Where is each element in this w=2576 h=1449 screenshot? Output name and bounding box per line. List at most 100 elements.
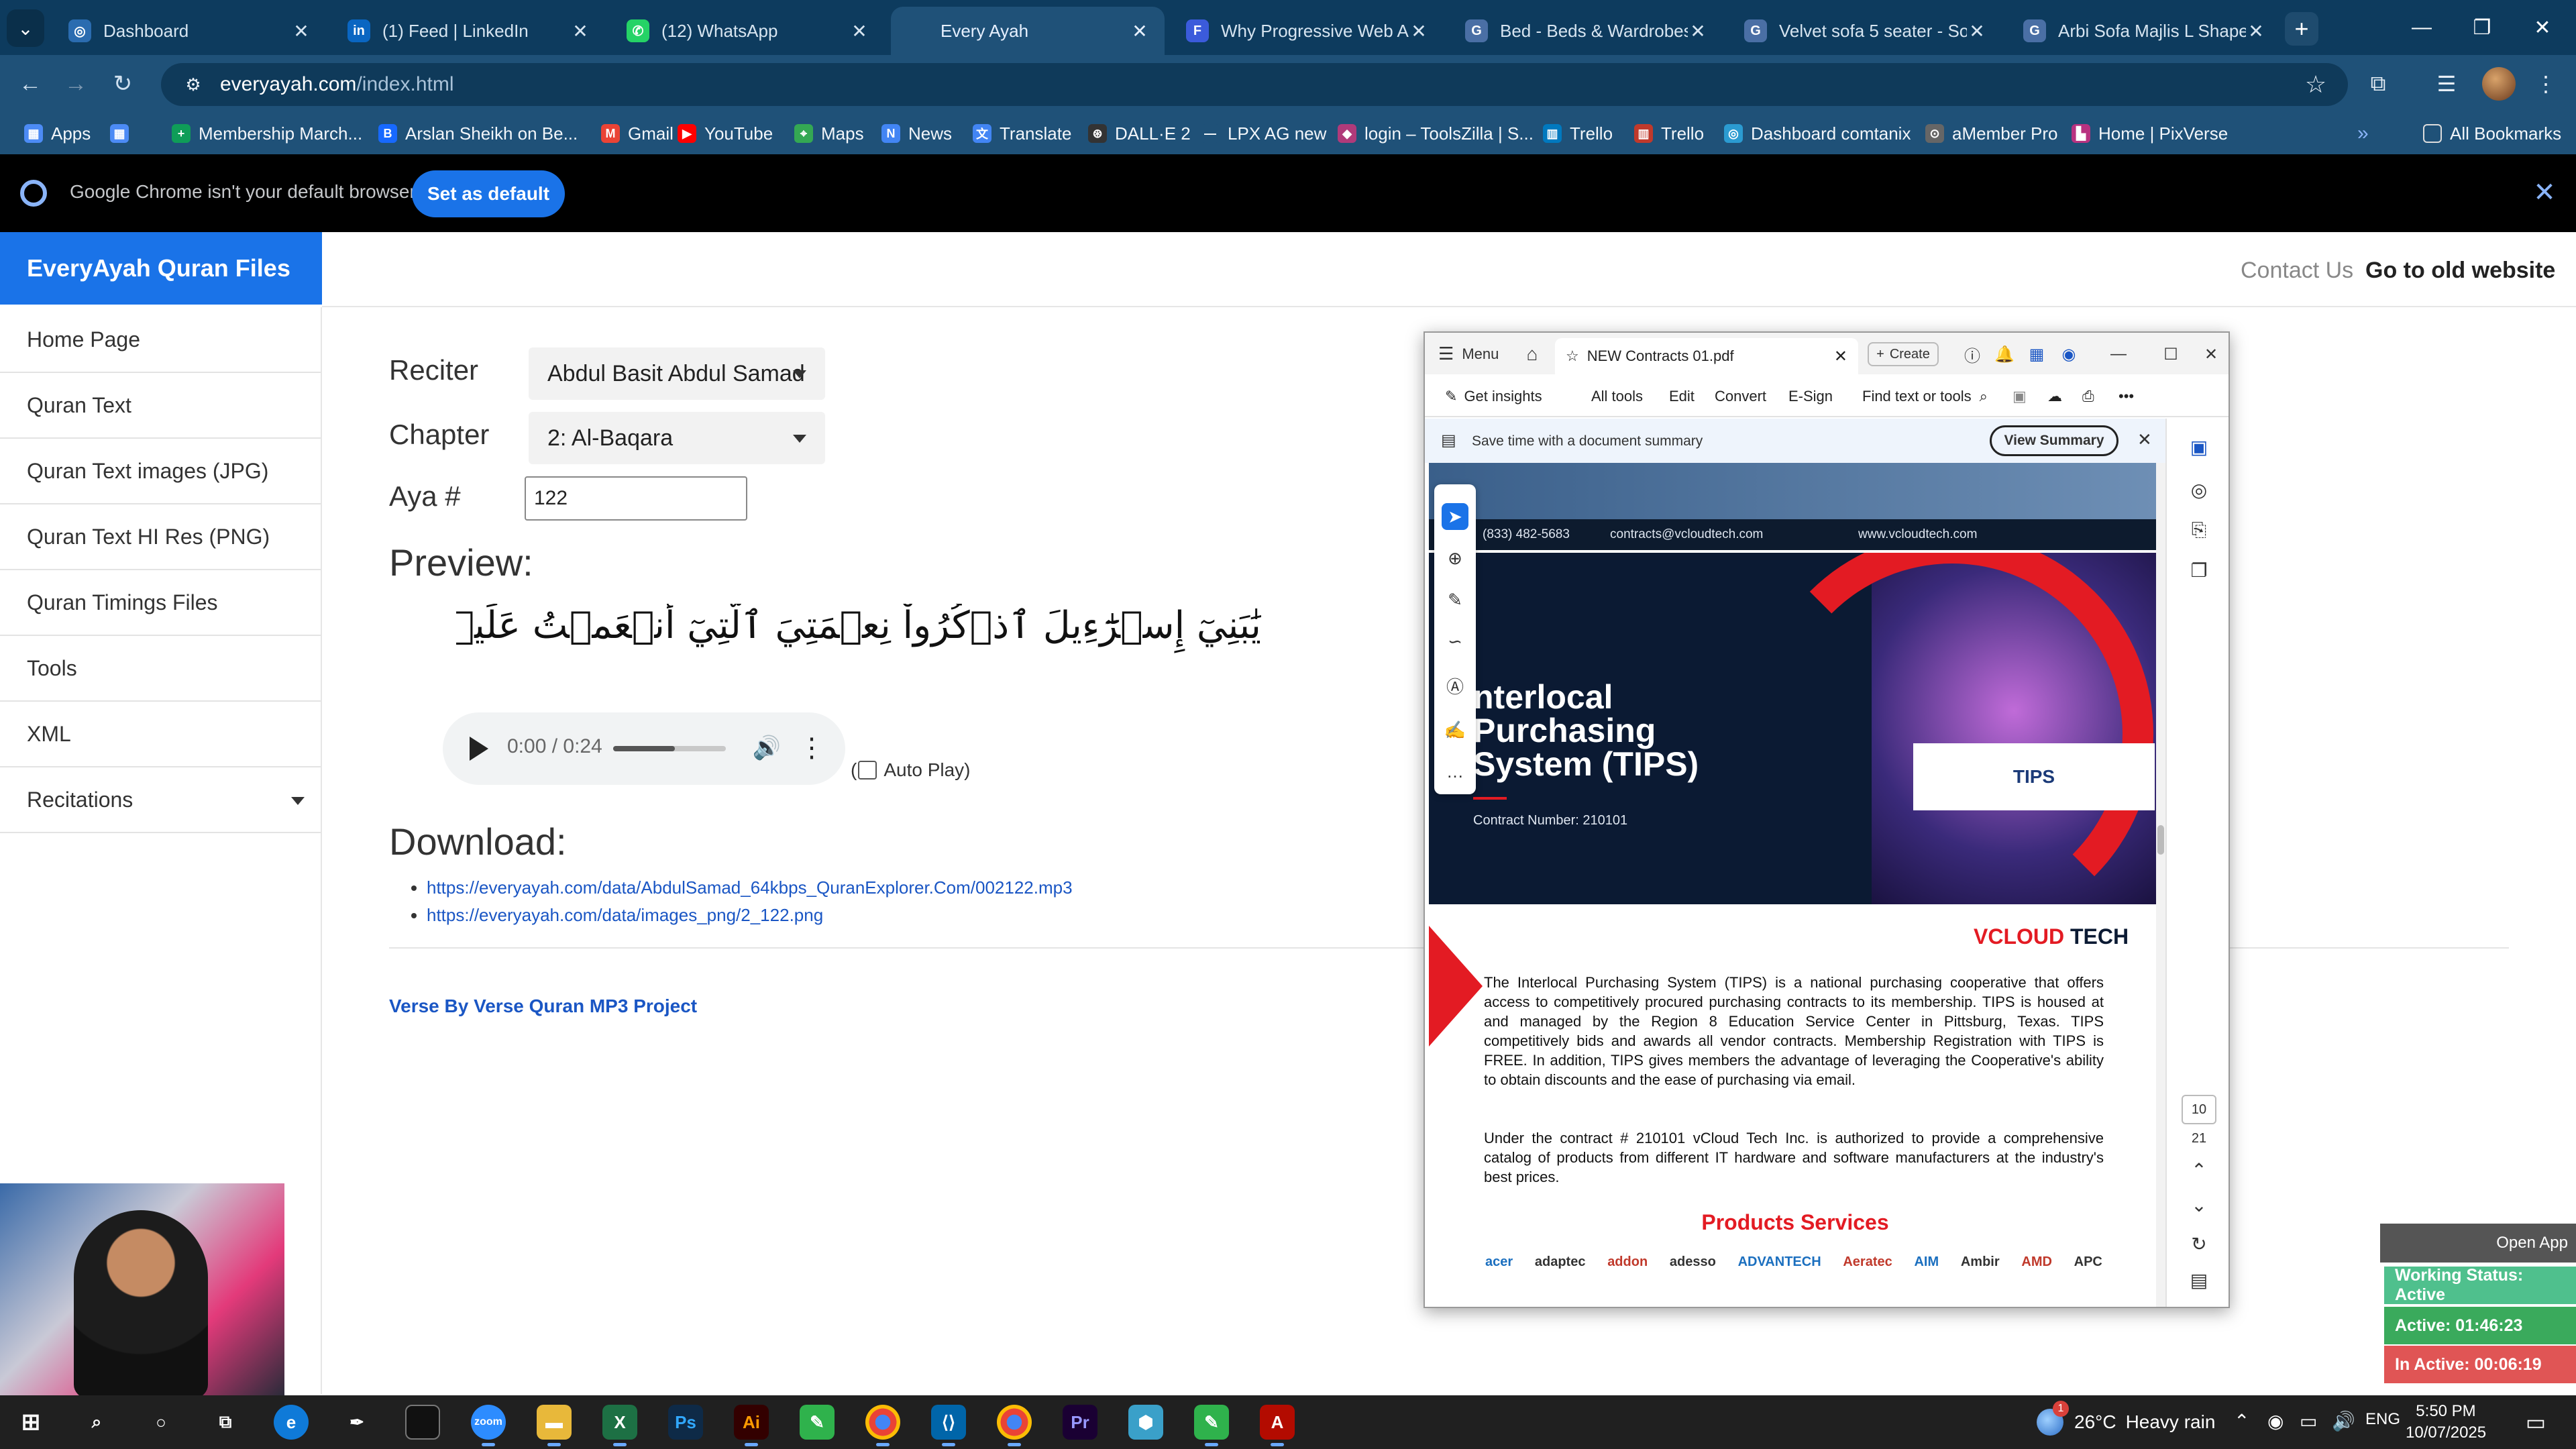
app-hex-icon[interactable]: ⬢ bbox=[1128, 1405, 1163, 1440]
premiere-icon[interactable]: Pr bbox=[1063, 1405, 1097, 1440]
tab-linkedin[interactable]: in (1) Feed | LinkedIn ✕ bbox=[333, 7, 605, 55]
create-button[interactable]: + Create bbox=[1868, 342, 1939, 366]
language-indicator[interactable]: ENG bbox=[2365, 1410, 2400, 1429]
volume-icon[interactable]: 🔊 bbox=[750, 731, 784, 765]
bookmark-pixverse[interactable]: ▙ Home | PixVerse bbox=[2072, 113, 2228, 154]
reload-icon[interactable]: ↻ bbox=[107, 68, 138, 99]
chrome-profile-icon[interactable] bbox=[997, 1405, 1032, 1446]
profile-avatar[interactable] bbox=[2482, 67, 2516, 101]
green-app-icon[interactable]: ✎ bbox=[800, 1405, 835, 1440]
close-infobar-icon[interactable]: ✕ bbox=[2528, 176, 2561, 209]
text-box-icon[interactable]: Ⓐ bbox=[1442, 672, 1468, 699]
audio-player[interactable]: 0:00 / 0:24 🔊 ⋮ bbox=[443, 712, 845, 785]
bookmark-dalle[interactable]: ⊛ DALL·E 2 bbox=[1088, 113, 1191, 154]
minimize-icon[interactable]: — bbox=[2106, 342, 2131, 366]
tab-pwa[interactable]: F Why Progressive Web Ap ✕ bbox=[1171, 7, 1444, 55]
close-tab-icon[interactable]: ✕ bbox=[1967, 20, 1987, 42]
sidebar-item-home[interactable]: Home Page bbox=[0, 307, 321, 373]
bookmark-star-icon[interactable]: ☆ bbox=[2301, 70, 2330, 99]
address-bar[interactable]: ⚙ everyayah.com/index.html ☆ bbox=[161, 63, 2348, 106]
page-up-chevron-icon[interactable]: ⌃ bbox=[2186, 1157, 2212, 1183]
view-summary-button[interactable]: View Summary bbox=[1990, 425, 2118, 456]
pages-icon[interactable]: ❐ bbox=[2186, 557, 2212, 584]
weather-widget[interactable]: 26°C Heavy rain 1 bbox=[2037, 1401, 2215, 1436]
reading-list-icon[interactable]: ☰ bbox=[2430, 67, 2463, 101]
back-arrow-icon[interactable]: ← bbox=[15, 68, 46, 99]
search-icon[interactable]: ⌕ bbox=[79, 1405, 114, 1440]
tab-dashboard[interactable]: ◎ Dashboard ✕ bbox=[54, 7, 326, 55]
chrome-icon[interactable] bbox=[865, 1405, 900, 1446]
windows-start-icon[interactable]: ⊞ bbox=[13, 1405, 48, 1440]
play-icon[interactable] bbox=[470, 737, 488, 761]
maximize-icon[interactable]: ☐ bbox=[2159, 342, 2183, 366]
convert-button[interactable]: Convert bbox=[1715, 388, 1766, 405]
page-info-icon[interactable]: ▤ bbox=[2186, 1267, 2212, 1293]
reciter-select[interactable]: Abdul Basit Abdul Samad bbox=[529, 347, 825, 400]
sidebar-item-tools[interactable]: Tools bbox=[0, 636, 321, 702]
site-info-icon[interactable]: ⚙ bbox=[181, 72, 205, 97]
bookmark-amember[interactable]: ⊙ aMember Pro bbox=[1925, 113, 2058, 154]
edge-icon[interactable]: e bbox=[274, 1405, 309, 1440]
ai-assistant-icon[interactable]: ▣ bbox=[2186, 433, 2212, 460]
bookmark-news[interactable]: N News bbox=[881, 113, 952, 154]
player-more-kebab-icon[interactable]: ⋮ bbox=[798, 731, 825, 765]
more-bookmarks-chevron-icon[interactable]: » bbox=[2357, 113, 2369, 154]
open-app-button[interactable]: Open App bbox=[2380, 1224, 2576, 1263]
vscode-icon[interactable]: ⟨⟩ bbox=[931, 1405, 966, 1446]
aya-number-input[interactable] bbox=[525, 476, 747, 521]
minimize-window-icon[interactable]: — bbox=[2388, 0, 2455, 55]
bookmark-youtube[interactable]: ▶ YouTube bbox=[678, 113, 773, 154]
bookmark-toolszilla[interactable]: ◆ login – ToolsZilla | S... bbox=[1338, 113, 1534, 154]
select-cursor-icon[interactable]: ➤ bbox=[1442, 503, 1468, 530]
bookmark-trello-2[interactable]: ▥ Trello bbox=[1634, 113, 1704, 154]
pdf-page[interactable]: (833) 482-5683 contracts@vcloudtech.com … bbox=[1425, 463, 2165, 1307]
close-tab-icon[interactable]: ✕ bbox=[2246, 20, 2266, 42]
star-icon[interactable]: ☆ bbox=[1566, 347, 1579, 365]
terminal-icon[interactable] bbox=[405, 1405, 440, 1440]
sidebar-item-text-images[interactable]: Quran Text images (JPG) bbox=[0, 439, 321, 504]
close-doc-icon[interactable]: ✕ bbox=[1834, 347, 1847, 366]
pdf-document-tab[interactable]: ☆ NEW Contracts 01.pdf ✕ bbox=[1555, 338, 1858, 374]
profile-globe-icon[interactable]: ◉ bbox=[2057, 342, 2081, 366]
get-insights-button[interactable]: ✎ Get insights bbox=[1445, 388, 1542, 405]
tab-whatsapp[interactable]: ✆ (12) WhatsApp ✕ bbox=[612, 7, 884, 55]
signature-icon[interactable]: ✍ bbox=[1442, 716, 1468, 743]
sidebar-item-timings[interactable]: Quran Timings Files bbox=[0, 570, 321, 636]
comment-zoom-icon[interactable]: ⊕ bbox=[1442, 545, 1468, 572]
close-tab-icon[interactable]: ✕ bbox=[291, 20, 311, 42]
chrome-menu-kebab-icon[interactable]: ⋮ bbox=[2529, 67, 2563, 101]
pdf-scrollbar[interactable] bbox=[2156, 463, 2165, 1307]
audio-seek-slider[interactable] bbox=[613, 746, 726, 751]
png-download-link[interactable]: https://everyayah.com/data/images_png/2_… bbox=[427, 905, 823, 925]
help-icon[interactable]: ⓘ bbox=[1960, 342, 1984, 366]
home-icon[interactable]: ⌂ bbox=[1520, 342, 1544, 366]
file-explorer-icon[interactable]: ▬ bbox=[537, 1405, 572, 1446]
chapter-select[interactable]: 2: Al-Baqara bbox=[529, 412, 825, 464]
sidebar-item-hi-res[interactable]: Quran Text HI Res (PNG) bbox=[0, 504, 321, 570]
page-down-chevron-icon[interactable]: ⌄ bbox=[2186, 1191, 2212, 1218]
sidebar-item-recitations[interactable]: Recitations bbox=[0, 767, 321, 833]
upload-cloud-icon[interactable]: ☁ bbox=[2047, 388, 2062, 405]
task-view-icon[interactable]: ⧉ bbox=[208, 1405, 243, 1440]
close-tab-icon[interactable]: ✕ bbox=[570, 20, 590, 42]
print-icon[interactable]: ⎙ bbox=[2082, 388, 2094, 405]
green-app-2-icon[interactable]: ✎ bbox=[1194, 1405, 1229, 1446]
extensions-puzzle-icon[interactable]: ⧉ bbox=[2361, 67, 2395, 101]
bookmark-membership[interactable]: + Membership March... bbox=[172, 113, 362, 154]
tab-search-chevron-icon[interactable]: ⌄ bbox=[7, 9, 44, 47]
pen-tool-icon[interactable]: ✒ bbox=[339, 1405, 374, 1440]
restore-window-icon[interactable]: ❐ bbox=[2449, 0, 2516, 55]
project-footer-link[interactable]: Verse By Verse Quran MP3 Project bbox=[389, 996, 697, 1017]
bookmark-icon[interactable]: ⎘ bbox=[2186, 517, 2212, 543]
find-tools-button[interactable]: Find text or tools ⌕ bbox=[1862, 388, 1988, 405]
close-tab-icon[interactable]: ✕ bbox=[1130, 20, 1150, 42]
sidebar-item-xml[interactable]: XML bbox=[0, 702, 321, 767]
more-tools-icon[interactable]: … bbox=[1442, 758, 1468, 785]
zoom-app-icon[interactable]: zoom bbox=[471, 1405, 506, 1446]
scrollbar-thumb[interactable] bbox=[2157, 825, 2164, 855]
acrobat-icon[interactable]: A bbox=[1260, 1405, 1295, 1446]
bookmark-grid[interactable]: ▦ bbox=[110, 113, 137, 154]
tab-velvet-sofa[interactable]: G Velvet sofa 5 seater - Sofa ✕ bbox=[1729, 7, 2002, 55]
system-clock[interactable]: 5:50 PM 10/07/2025 bbox=[2406, 1401, 2486, 1444]
bookmark-lpx[interactable]: — LPX AG new bbox=[1201, 113, 1326, 154]
